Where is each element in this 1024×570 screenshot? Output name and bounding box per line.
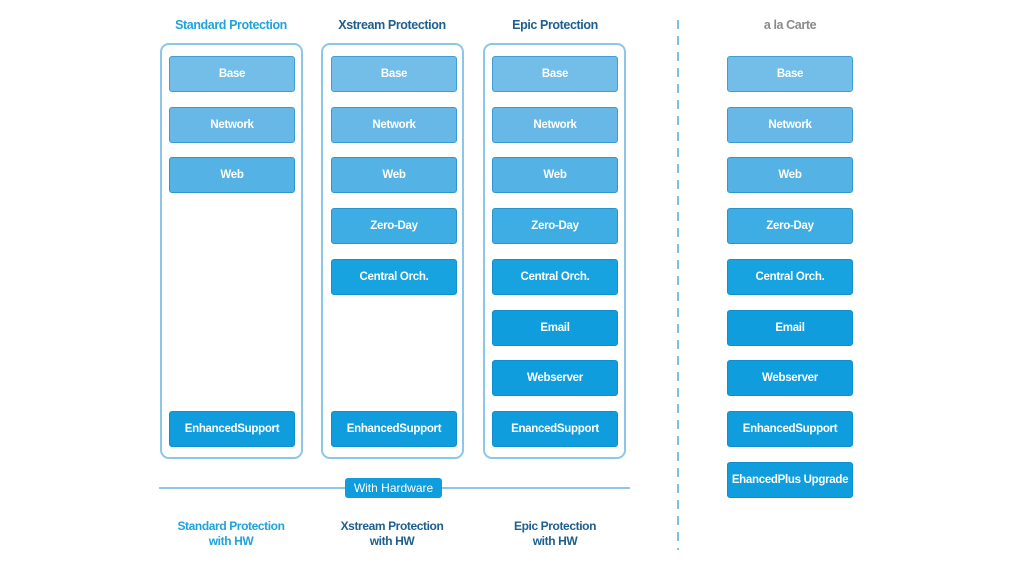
panel-epic [483,43,626,459]
tile-enhanced-support: Enhanced Support [727,411,853,447]
tile-zero-day: Zero-Day [492,208,618,244]
tile-base: Base [169,56,295,92]
tile-web: Web [492,157,618,193]
label-line-2: with HW [532,534,578,548]
title-a-la-carte: a la Carte [763,18,817,32]
support-line-2: Support [795,423,838,435]
title-xstream-protection: Xstream Protection [338,18,446,32]
tile-base: Base [331,56,457,92]
support-line-2: Support [556,423,599,435]
support-line-1: Enanced [511,423,557,435]
label-line-2: with HW [208,534,254,548]
support-line-1: Enhanced [184,423,238,435]
label-epic-with-hw: Epic Protection with HW [475,519,635,549]
tile-base: Base [727,56,853,92]
tile-network: Network [331,107,457,143]
tile-zero-day: Zero-Day [727,208,853,244]
tile-email: Email [727,310,853,346]
dashed-separator [677,20,679,550]
support-line-1: Enhanced [742,423,796,435]
tile-web: Web [331,157,457,193]
label-line-1: Standard Protection [177,519,285,533]
panel-xstream [321,43,464,459]
tile-central-orch: Central Orch. [331,259,457,295]
upgrade-line-2: Plus Upgrade [777,474,849,486]
label-standard-with-hw: Standard Protection with HW [151,519,311,549]
label-line-2: with HW [369,534,415,548]
label-line-1: Xstream Protection [340,519,444,533]
tile-email: Email [492,310,618,346]
support-line-1: Enhanced [346,423,400,435]
tile-enhanced-plus-upgrade: Ehanced Plus Upgrade [727,462,853,498]
tile-zero-day: Zero-Day [331,208,457,244]
panel-standard [160,43,303,459]
tile-central-orch: Central Orch. [727,259,853,295]
tile-central-orch: Central Orch. [492,259,618,295]
tile-network: Network [169,107,295,143]
upgrade-line-1: Ehanced [731,474,778,486]
tile-webserver: Webserver [492,360,618,396]
tile-web: Web [169,157,295,193]
title-standard-protection: Standard Protection [175,18,287,32]
tile-network: Network [727,107,853,143]
support-line-2: Support [399,423,442,435]
tile-enhanced-support: Enhanced Support [331,411,457,447]
title-epic-protection: Epic Protection [512,18,598,32]
label-xstream-with-hw: Xstream Protection with HW [312,519,472,549]
support-line-2: Support [237,423,280,435]
tile-enhanced-support: Enhanced Support [169,411,295,447]
with-hardware-badge: With Hardware [345,478,442,498]
tile-network: Network [492,107,618,143]
tile-base: Base [492,56,618,92]
tile-web: Web [727,157,853,193]
tile-webserver: Webserver [727,360,853,396]
label-line-1: Epic Protection [513,519,596,533]
tile-enhanced-support: Enanced Support [492,411,618,447]
